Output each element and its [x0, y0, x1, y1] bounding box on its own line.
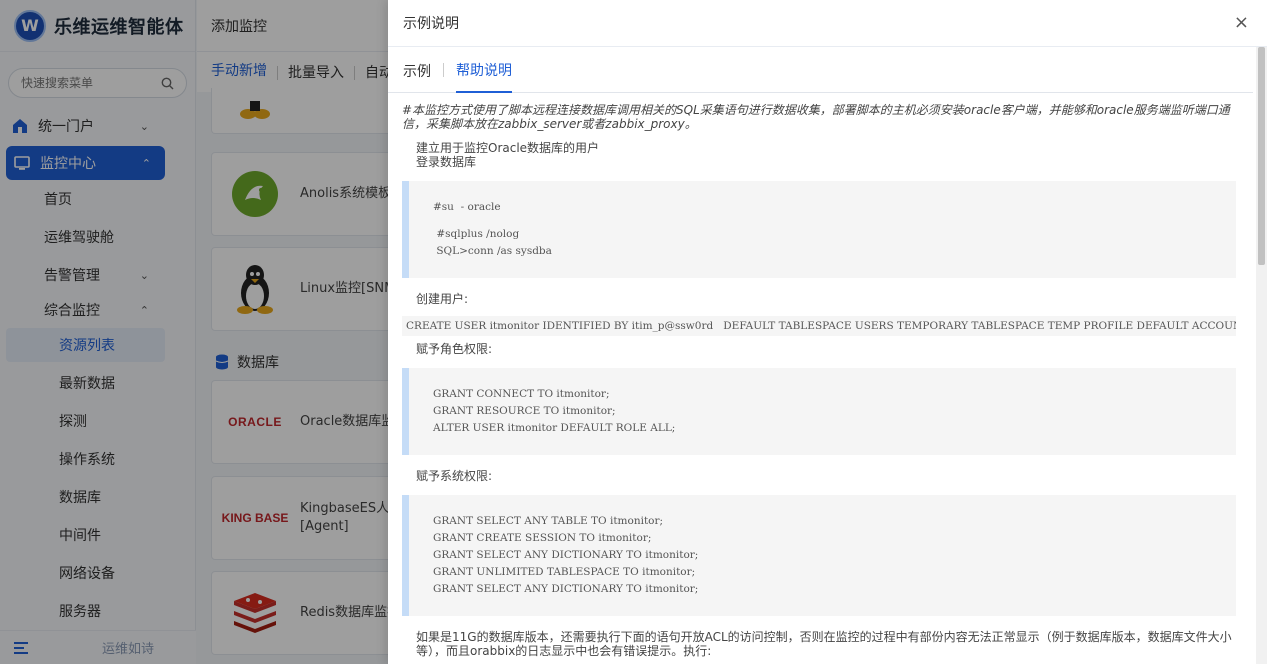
help-paragraph: 赋予系统权限: [416, 469, 493, 483]
code-line: ALTER USER itmonitor DEFAULT ROLE ALL; [433, 422, 676, 434]
code-block-login: #su - oracle #sqlplus /nolog SQL>conn /a… [402, 181, 1236, 278]
drawer-title: 示例说明 [403, 16, 459, 32]
code-line: SQL>conn /as sysdba [433, 245, 552, 257]
code-line: GRANT CREATE SESSION TO itmonitor; [433, 532, 652, 544]
tab-divider [443, 62, 444, 77]
close-icon[interactable]: × [1234, 14, 1249, 32]
code-line: GRANT SELECT ANY DICTIONARY TO itmonitor… [433, 583, 699, 595]
tab-help[interactable]: 帮助说明 [456, 47, 512, 93]
code-line: #su - oracle [433, 201, 501, 213]
code-line: GRANT SELECT ANY TABLE TO itmonitor; [433, 515, 664, 527]
scrollbar-thumb[interactable] [1258, 47, 1265, 265]
code-block-privileges: GRANT SELECT ANY TABLE TO itmonitor; GRA… [402, 495, 1236, 616]
code-create-user: CREATE USER itmonitor IDENTIFIED BY itim… [402, 316, 1236, 336]
code-line: GRANT SELECT ANY DICTIONARY TO itmonitor… [433, 549, 699, 561]
code-line: GRANT CONNECT TO itmonitor; [433, 388, 610, 400]
help-note: #本监控方式使用了脚本远程连接数据库调用相关的SQL采集语句进行数据收集，部署脚… [402, 103, 1230, 131]
drawer-scrollbar[interactable] [1256, 47, 1267, 664]
help-paragraph: 赋予角色权限: [416, 342, 493, 356]
drawer-header: 示例说明 × [388, 0, 1267, 47]
drawer-tabs: 示例 帮助说明 [388, 47, 1253, 93]
help-content: #本监控方式使用了脚本远程连接数据库调用相关的SQL采集语句进行数据收集，部署脚… [388, 93, 1256, 664]
tab-example[interactable]: 示例 [403, 47, 431, 93]
code-block-roles: GRANT CONNECT TO itmonitor; GRANT RESOUR… [402, 368, 1236, 455]
code-line: #sqlplus /nolog [433, 228, 520, 240]
example-drawer: 示例说明 × 示例 帮助说明 #本监控方式使用了脚本远程连接数据库调用相关的SQ… [388, 0, 1267, 664]
help-paragraph: 如果是11G的数据库版本，还需要执行下面的语句开放ACL的访问控制，否则在监控的… [416, 630, 1232, 658]
code-line: GRANT UNLIMITED TABLESPACE TO itmonitor; [433, 566, 696, 578]
help-paragraph: 创建用户: [416, 292, 469, 306]
help-paragraph: 登录数据库 [416, 155, 477, 169]
help-paragraph: 建立用于监控Oracle数据库的用户 [416, 141, 600, 155]
code-line: GRANT RESOURCE TO itmonitor; [433, 405, 616, 417]
